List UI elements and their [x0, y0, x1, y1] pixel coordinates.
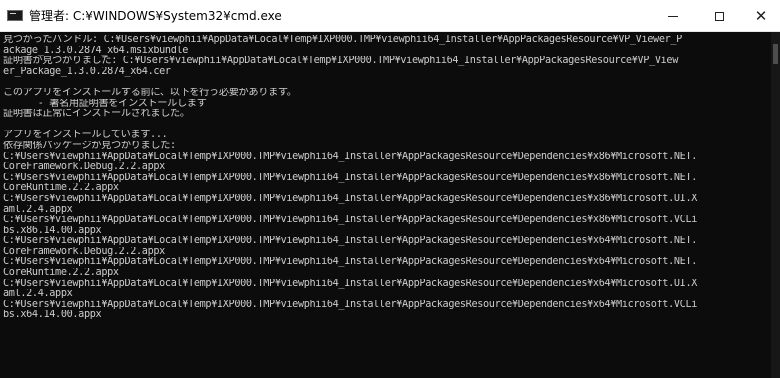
console-line: CoreFramework.Debug.2.2.appx — [3, 246, 165, 257]
maximize-icon — [714, 11, 724, 21]
console-line: C:¥Users¥viewphii¥AppData¥Local¥Temp¥IXP… — [3, 151, 698, 162]
console-line: C:¥Users¥viewphii¥AppData¥Local¥Temp¥IXP… — [3, 236, 698, 247]
console-line: bs.x64.14.00.appx — [3, 310, 102, 321]
console-line: 証明書が見つかりました: C:¥Users¥viewphii¥AppData¥L… — [3, 56, 678, 67]
console-line: - 署名用証明書をインストールします — [3, 98, 207, 109]
console-output-area[interactable]: 見つかったバンドル: C:¥Users¥viewphii¥AppData¥Loc… — [0, 32, 780, 378]
console-line: ackage_1.3.0.2874_x64.msixbundle — [3, 45, 189, 56]
console-line: C:¥Users¥viewphii¥AppData¥Local¥Temp¥IXP… — [3, 193, 698, 204]
console-line: C:¥Users¥viewphii¥AppData¥Local¥Temp¥IXP… — [3, 257, 698, 268]
vertical-scrollbar[interactable] — [771, 32, 780, 378]
maximize-button[interactable] — [696, 0, 742, 32]
close-button[interactable]: ✕ — [742, 0, 780, 32]
console-output: 見つかったバンドル: C:¥Users¥viewphii¥AppData¥Loc… — [3, 35, 768, 321]
cmd-window: 管理者: C:¥WINDOWS¥System32¥cmd.exe ✕ 見つかった… — [0, 0, 780, 378]
console-line: 証明書は正常にインストールされました。 — [3, 109, 190, 120]
console-line: CoreRuntime.2.2.appx — [3, 183, 119, 194]
console-line: aml.2.4.appx — [3, 204, 73, 215]
console-line: C:¥Users¥viewphii¥AppData¥Local¥Temp¥IXP… — [3, 278, 698, 289]
console-line: アプリをインストールしています... — [3, 130, 168, 141]
console-line: C:¥Users¥viewphii¥AppData¥Local¥Temp¥IXP… — [3, 215, 698, 226]
minimize-button[interactable] — [650, 0, 696, 32]
console-line: C:¥Users¥viewphii¥AppData¥Local¥Temp¥IXP… — [3, 172, 698, 183]
caption-buttons: ✕ — [650, 0, 780, 32]
console-line: CoreFramework.Debug.2.2.appx — [3, 162, 165, 173]
scrollbar-thumb[interactable] — [773, 44, 778, 64]
console-line: 依存関係パッケージが見つかりました: — [3, 140, 176, 151]
console-line: CoreRuntime.2.2.appx — [3, 268, 119, 279]
close-icon: ✕ — [754, 6, 768, 25]
console-line: 見つかったバンドル: C:¥Users¥viewphii¥AppData¥Loc… — [3, 35, 682, 45]
console-line: er_Package_1.3.0.2874_x64.cer — [3, 66, 171, 77]
console-app-icon[interactable] — [7, 10, 23, 21]
console-line: C:¥Users¥viewphii¥AppData¥Local¥Temp¥IXP… — [3, 299, 698, 310]
window-title: 管理者: C:¥WINDOWS¥System32¥cmd.exe — [29, 9, 282, 23]
console-line: bs.x86.14.00.appx — [3, 225, 102, 236]
title-bar[interactable]: 管理者: C:¥WINDOWS¥System32¥cmd.exe ✕ — [0, 0, 780, 32]
console-line: aml.2.4.appx — [3, 289, 73, 300]
minimize-icon — [668, 15, 678, 17]
console-line: このアプリをインストールする前に、以下を行う必要があります。 — [3, 87, 297, 98]
